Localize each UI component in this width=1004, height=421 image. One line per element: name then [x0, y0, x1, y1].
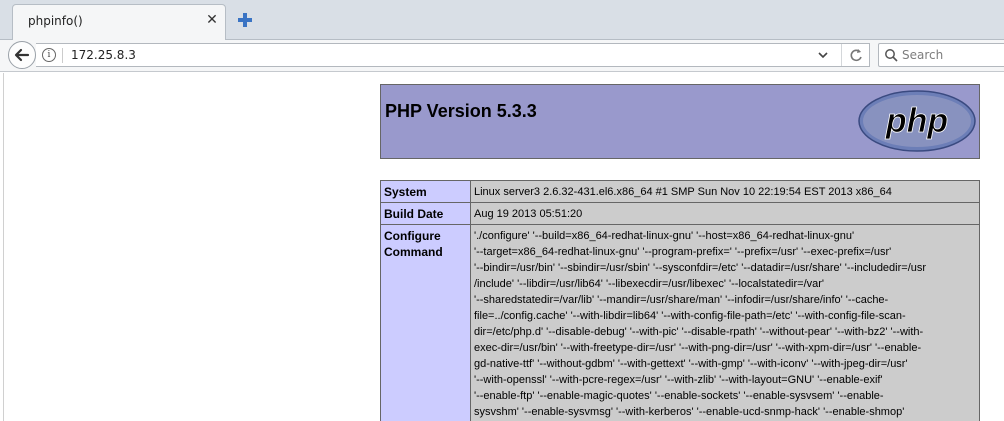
row-value: Aug 19 2013 05:51:20	[470, 202, 980, 225]
tab-strip: phpinfo() ✕	[0, 0, 1004, 41]
close-tab-icon[interactable]: ✕	[205, 13, 219, 27]
php-info-table: System Linux server3 2.6.32-431.el6.x86_6…	[380, 180, 980, 421]
configure-line: file=../config.cache' '--with-libdir=lib…	[474, 310, 906, 322]
configure-line: exec-dir=/usr/bin' '--with-freetype-dir=…	[474, 342, 922, 354]
configure-line: gd-native-ttf' '--without-gdbm' '--with-…	[474, 358, 908, 370]
page-content: PHP Version 5.3.3 php System Linux server…	[3, 73, 1004, 421]
php-logo-text: php	[885, 102, 948, 140]
url-bar[interactable]: i 172.25.8.3	[36, 43, 870, 67]
php-version-title: PHP Version 5.3.3	[385, 101, 537, 121]
reload-icon	[850, 49, 862, 62]
back-button[interactable]	[8, 41, 36, 69]
configure-line: './configure' '--build=x86_64-redhat-lin…	[474, 230, 855, 242]
navigation-bar: i 172.25.8.3 Search	[0, 40, 1004, 72]
tab-phpinfo[interactable]: phpinfo() ✕	[12, 4, 226, 41]
tab-title: phpinfo()	[28, 14, 83, 28]
search-bar[interactable]: Search	[878, 43, 1004, 67]
table-row: System Linux server3 2.6.32-431.el6.x86_6…	[380, 180, 980, 203]
table-row: Configure Command './configure' '--build=…	[380, 224, 980, 421]
configure-line: '--enable-ftp' '--enable-magic-quotes' '…	[474, 390, 884, 402]
search-placeholder: Search	[902, 48, 944, 62]
php-logo[interactable]: php	[857, 89, 977, 153]
configure-line: '--sharedstatedir=/var/lib' '--mandir=/u…	[474, 294, 889, 306]
configure-line: /include' '--libdir=/usr/lib64' '--libex…	[474, 278, 825, 290]
row-key: Build Date	[380, 202, 471, 225]
row-value: Linux server3 2.6.32-431.el6.x86_64 #1 S…	[470, 180, 980, 203]
new-tab-icon[interactable]	[236, 11, 254, 29]
configure-line: sysvshm' '--enable-sysvmsg' '--with-kerb…	[474, 406, 905, 418]
configure-line: '--target=x86_64-redhat-linux-gnu' '--pr…	[474, 246, 892, 258]
url-separator	[62, 48, 63, 63]
table-row: Build Date Aug 19 2013 05:51:20	[380, 202, 980, 225]
chevron-down-icon[interactable]	[816, 48, 830, 62]
configure-line: '--with-openssl' '--with-pcre-regex=/usr…	[474, 374, 883, 386]
reload-button[interactable]	[841, 44, 869, 66]
search-icon	[885, 49, 898, 62]
site-info-icon[interactable]: i	[42, 48, 56, 62]
row-key: Configure Command	[380, 224, 471, 421]
php-version-header: PHP Version 5.3.3 php	[380, 84, 980, 159]
row-key: System	[380, 180, 471, 203]
configure-line: '--bindir=/usr/bin' '--sbindir=/usr/sbin…	[474, 262, 927, 274]
url-text[interactable]: 172.25.8.3	[71, 48, 136, 62]
back-arrow-icon	[14, 48, 30, 62]
configure-line: dir=/etc/php.d' '--disable-debug' '--wit…	[474, 326, 924, 338]
row-value: './configure' '--build=x86_64-redhat-lin…	[470, 224, 980, 421]
